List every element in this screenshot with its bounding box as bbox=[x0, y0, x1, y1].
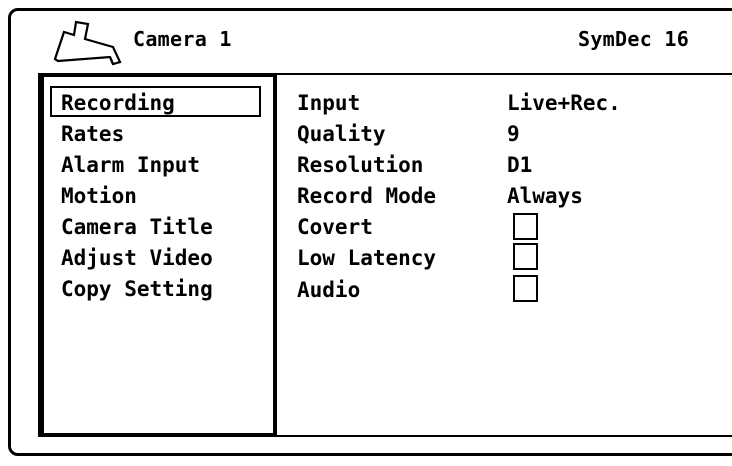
setting-value: Always bbox=[507, 184, 583, 208]
audio-checkbox[interactable] bbox=[513, 275, 538, 302]
setting-row-record-mode[interactable]: Record Mode Always bbox=[297, 181, 583, 212]
setting-value: 9 bbox=[507, 122, 520, 146]
menu-item-camera-title[interactable]: Camera Title bbox=[0, 212, 220, 243]
setting-label: Resolution bbox=[297, 153, 424, 177]
setting-label: Input bbox=[297, 91, 361, 115]
menu-item-adjust-video[interactable]: Adjust Video bbox=[0, 243, 220, 274]
low-latency-checkbox[interactable] bbox=[513, 243, 538, 270]
camera-title: Camera 1 bbox=[133, 27, 232, 51]
setting-row-resolution[interactable]: Resolution D1 bbox=[297, 150, 532, 181]
menu-item-rates[interactable]: Rates bbox=[0, 119, 220, 150]
setting-row-quality[interactable]: Quality 9 bbox=[297, 119, 520, 150]
menu-item-alarm-input[interactable]: Alarm Input bbox=[0, 150, 220, 181]
setting-label: Covert bbox=[297, 215, 373, 239]
setting-row-input[interactable]: Input Live+Rec. bbox=[297, 88, 621, 119]
setting-row-low-latency: Low Latency bbox=[297, 243, 507, 274]
device-name: SymDec 16 bbox=[578, 27, 690, 51]
setting-label: Record Mode bbox=[297, 184, 437, 208]
camera-icon bbox=[53, 20, 122, 66]
covert-checkbox[interactable] bbox=[513, 213, 538, 240]
setting-row-audio: Audio bbox=[297, 275, 507, 306]
setting-label: Quality bbox=[297, 122, 386, 146]
setting-row-covert: Covert bbox=[297, 212, 507, 243]
setting-label: Low Latency bbox=[297, 246, 437, 270]
menu-item-copy-setting[interactable]: Copy Setting bbox=[0, 274, 220, 305]
setting-value: Live+Rec. bbox=[507, 91, 621, 115]
setting-value: D1 bbox=[507, 153, 533, 177]
menu-item-recording[interactable]: Recording bbox=[0, 88, 220, 119]
menu-item-motion[interactable]: Motion bbox=[0, 181, 220, 212]
setting-label: Audio bbox=[297, 278, 361, 302]
